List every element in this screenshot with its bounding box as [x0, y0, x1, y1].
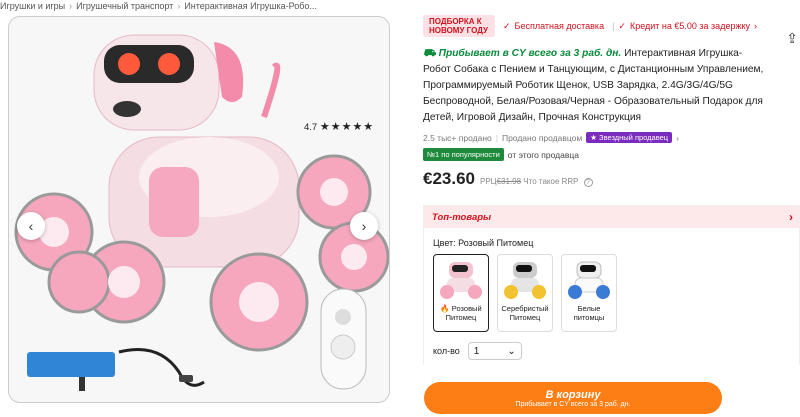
credit-info[interactable]: | ✓ Кредит на €5.00 за задержку ›	[612, 21, 757, 32]
rating[interactable]: 4.7 ★★★★★	[304, 120, 374, 133]
product-image	[14, 34, 389, 391]
silver-label: Серебристый Питомец	[501, 304, 549, 322]
price-row: €23.60 РРЦ€31.98 Что такое RRP ?	[423, 169, 800, 189]
chevron-right-icon: ›	[177, 1, 181, 11]
color-option-label: 🔥 Розовый Питомец	[440, 304, 482, 322]
arrival-text: Прибывает в CY всего за 3 раб. дн.	[438, 48, 622, 59]
free-delivery[interactable]: ✓ Бесплатная доставка	[503, 21, 604, 32]
silver-dog-thumb	[504, 262, 546, 299]
truck-icon: ⛟	[423, 48, 439, 59]
top-goods-banner[interactable]: Топ-товары ›	[424, 206, 799, 228]
quantity-select[interactable]: 1 ⌄	[467, 342, 522, 360]
top-goods-label: Топ-товары	[432, 211, 492, 223]
chevron-right-icon: ›	[676, 132, 679, 143]
quantity-row: кол-во 1 ⌄	[433, 342, 522, 360]
rating-value: 4.7	[304, 122, 318, 133]
white-dog-thumb	[568, 261, 610, 299]
next-image-button[interactable]: ›	[350, 212, 378, 240]
chevron-right-icon: ›	[789, 210, 793, 224]
chevron-right-icon: ›	[361, 218, 367, 234]
color-option-pink[interactable]: 🔥 Розовый Питомец	[433, 254, 489, 332]
product-gallery[interactable]: ‹ ›	[8, 16, 390, 403]
color-option-silver[interactable]: Серебристый Питомец	[497, 254, 553, 332]
breadcrumb-item[interactable]: Игрушки и игры	[0, 1, 65, 11]
promo-tag[interactable]: Подборка к Новому году	[423, 15, 495, 37]
product-title: ⛟ Прибывает в CY всего за 3 раб. дн. Инт…	[423, 46, 768, 126]
share-icon[interactable]: ⇪	[786, 30, 798, 47]
prev-image-button[interactable]: ‹	[17, 212, 45, 240]
cart-label: В корзину	[545, 388, 601, 401]
chevron-left-icon: ‹	[28, 218, 34, 234]
sales-meta: 2.5 тыс+ продано | Продано продавцом ★ З…	[423, 132, 800, 143]
rank-badge: №1 по популярности	[423, 148, 504, 161]
star-seller-label: Звездный продавец	[599, 133, 669, 142]
price: €23.60	[423, 169, 475, 188]
rrp-label: РРЦ	[480, 177, 497, 186]
free-delivery-label: Бесплатная доставка	[514, 21, 605, 31]
breadcrumb-item[interactable]: Игрушечный транспорт	[76, 1, 173, 11]
options-panel: Топ-товары › Цвет: Розовый Питомец 🔥 Роз…	[423, 205, 800, 365]
product-info: Подборка к Новому году ✓ Бесплатная дост…	[423, 14, 800, 189]
chevron-right-icon: ›	[69, 1, 73, 11]
stars-icon: ★★★★★	[319, 121, 375, 133]
add-to-cart-button[interactable]: В корзину Прибывает в CY всего за 3 раб.…	[424, 382, 722, 414]
star-icon: ★	[590, 133, 600, 142]
quantity-value: 1	[473, 345, 480, 357]
pink-dog-thumb	[440, 262, 482, 299]
color-label: Цвет: Розовый Питомец	[433, 238, 534, 248]
white-label: Белые питомцы	[573, 304, 605, 322]
sold-count: 2.5 тыс+ продано	[423, 132, 492, 143]
info-icon[interactable]: ?	[583, 178, 593, 187]
credit-label: Кредит на €5.00 за задержку	[629, 21, 751, 31]
rank-row: №1 по популярности от этого продавца	[423, 148, 800, 161]
chevron-right-icon: ›	[754, 21, 758, 31]
divider: |	[612, 21, 615, 31]
color-options: 🔥 Розовый Питомец Серебристый Питомец Бе…	[433, 254, 799, 332]
rrp-help[interactable]: Что такое RRP	[523, 177, 578, 186]
promo-bar: Подборка к Новому году ✓ Бесплатная дост…	[423, 14, 800, 38]
quantity-label: кол-во	[433, 346, 460, 356]
chevron-down-icon: ⌄	[507, 345, 516, 357]
seller-label[interactable]: Продано продавцом	[502, 133, 582, 143]
divider: |	[495, 132, 498, 143]
check-icon: ✓	[503, 20, 511, 31]
star-seller-badge[interactable]: ★ Звездный продавец	[586, 132, 673, 143]
breadcrumb: Игрушки и игры › Игрушечный транспорт › …	[0, 0, 317, 12]
title-text: Интерактивная Игрушка-Робот Собака с Пен…	[423, 48, 764, 123]
rrp-price: €31.98	[496, 177, 522, 186]
rank-text: от этого продавца	[507, 149, 579, 160]
rrp: РРЦ€31.98 Что такое RRP	[480, 177, 579, 186]
breadcrumb-item: Интерактивная Игрушка-Робо...	[184, 1, 317, 11]
color-option-white[interactable]: Белые питомцы	[561, 254, 617, 332]
pink-label: Розовый Питомец	[445, 304, 482, 322]
cart-sub-label: Прибывает в CY всего за 3 раб. дн.	[515, 400, 631, 408]
check-icon: ✓	[618, 20, 626, 31]
